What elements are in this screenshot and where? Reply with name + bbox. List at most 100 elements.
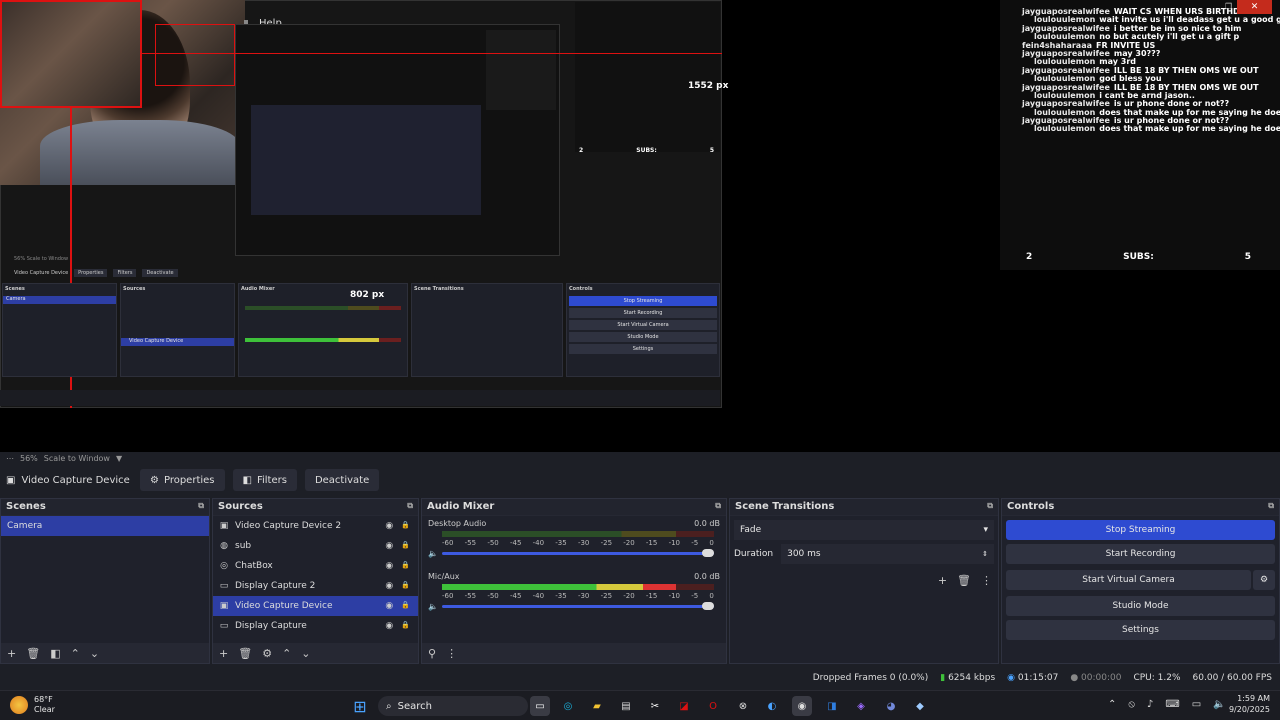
gear-icon[interactable]: ⚙: [262, 647, 272, 660]
duration-field[interactable]: 300 ms ⇕: [781, 544, 994, 564]
visibility-eye-icon[interactable]: ◉: [385, 561, 393, 571]
preview-canvas[interactable]: Help 2SUBS:5 56% Scale to Window Video C…: [0, 0, 1280, 452]
settings-button[interactable]: Settings: [1006, 620, 1275, 640]
weather-widget[interactable]: 68°F Clear: [10, 695, 55, 714]
taskbar-search[interactable]: ⌕ Search: [378, 696, 528, 716]
chat-text: may 30???: [1113, 49, 1161, 58]
steam-icon[interactable]: ◆: [910, 696, 930, 716]
chevron-down-icon[interactable]: ⌄: [90, 647, 99, 660]
lock-icon[interactable]: 🔒: [401, 581, 410, 591]
source-item[interactable]: ◎ ChatBox ◉ 🔒: [213, 556, 418, 576]
chevron-up-icon[interactable]: ⌃: [282, 647, 291, 660]
outlook-icon[interactable]: ◨: [822, 696, 842, 716]
studio-mode-button[interactable]: Studio Mode: [1006, 596, 1275, 616]
store-icon[interactable]: ▤: [616, 696, 636, 716]
zoom-level[interactable]: 56%: [20, 454, 38, 463]
notifications-off-icon[interactable]: ⦸: [1128, 699, 1135, 710]
mic-icon[interactable]: ♪: [1147, 699, 1153, 710]
restore-icon[interactable]: ❐: [1225, 2, 1232, 11]
mute-speaker-icon[interactable]: 🔈: [428, 602, 438, 611]
lock-icon[interactable]: 🔒: [401, 621, 410, 631]
zoom-dropdown-icon[interactable]: ▼: [116, 454, 122, 463]
chevron-down-icon[interactable]: ⌄: [301, 647, 310, 660]
discord-icon[interactable]: ◕: [881, 696, 901, 716]
source-item[interactable]: ▭ Display Capture ◉ 🔒: [213, 616, 418, 636]
filters-button[interactable]: ◧ Filters: [232, 469, 297, 491]
add-icon[interactable]: +: [938, 574, 947, 587]
app-red-icon[interactable]: ◪: [674, 696, 694, 716]
keyboard-icon[interactable]: ⌨: [1165, 699, 1179, 710]
dropped-frames: Dropped Frames 0 (0.0%): [812, 673, 929, 683]
more-icon[interactable]: ⋮: [446, 647, 457, 660]
lock-icon[interactable]: 🔒: [401, 521, 410, 531]
duration-label: Duration: [734, 549, 774, 559]
chevron-up-icon[interactable]: ⌃: [1108, 699, 1116, 710]
add-icon[interactable]: +: [219, 647, 228, 660]
source-item[interactable]: ▣ Video Capture Device 2 ◉ 🔒: [213, 516, 418, 536]
twitch-icon[interactable]: ◈: [851, 696, 871, 716]
scene-item-camera[interactable]: Camera: [1, 516, 209, 536]
db-tick: -30: [577, 539, 590, 547]
trash-icon[interactable]: 🗑: [957, 574, 971, 587]
trash-icon[interactable]: 🗑: [238, 647, 252, 660]
source-item[interactable]: ▭ Display Capture 2 ◉ 🔒: [213, 576, 418, 596]
start-virtual-camera-button[interactable]: Start Virtual Camera: [1006, 570, 1251, 590]
popout-icon[interactable]: ⧉: [407, 501, 413, 513]
visibility-eye-icon[interactable]: ◉: [385, 621, 393, 631]
search-icon: ⌕: [386, 700, 392, 712]
clock[interactable]: 1:59 AM 9/20/2025: [1229, 694, 1270, 716]
lock-icon[interactable]: 🔒: [401, 541, 410, 551]
filter-icon: ◧: [242, 474, 252, 486]
db-tick: -20: [623, 592, 635, 600]
start-recording-button[interactable]: Start Recording: [1006, 544, 1275, 564]
more-icon[interactable]: ⋮: [981, 574, 992, 587]
visibility-eye-icon[interactable]: ◉: [385, 601, 393, 611]
stop-streaming-button[interactable]: Stop Streaming: [1006, 520, 1275, 540]
deactivate-button[interactable]: Deactivate: [304, 469, 380, 491]
source-item[interactable]: ◍ sub ◉ 🔒: [213, 536, 418, 556]
edge-icon[interactable]: ◐: [762, 696, 782, 716]
popout-icon[interactable]: ⧉: [987, 501, 993, 513]
filter-icon[interactable]: ◧: [50, 647, 60, 660]
volume-icon[interactable]: 🔈: [1213, 699, 1225, 710]
slider-knob[interactable]: [702, 549, 714, 557]
start-icon[interactable]: ⊞: [350, 696, 370, 716]
file-explorer-icon[interactable]: ▰: [587, 696, 607, 716]
visibility-eye-icon[interactable]: ◉: [385, 521, 393, 531]
slider-knob[interactable]: [702, 602, 714, 610]
mute-speaker-icon[interactable]: 🔈: [428, 549, 438, 558]
opera-icon[interactable]: O: [703, 696, 723, 716]
chevron-down-icon: ▾: [983, 525, 988, 535]
close-icon[interactable]: ✕: [1237, 0, 1272, 14]
db-tick: -40: [532, 539, 545, 547]
properties-button[interactable]: ⚙ Properties: [140, 469, 225, 491]
chevron-up-icon[interactable]: ⌃: [71, 647, 80, 660]
spin-arrows-icon[interactable]: ⇕: [982, 550, 988, 558]
obs-icon[interactable]: ◉: [792, 696, 812, 716]
lock-icon[interactable]: 🔒: [401, 561, 410, 571]
lock-icon[interactable]: 🔒: [401, 601, 410, 611]
source-item[interactable]: ▣ Video Capture Device ◉ 🔒: [213, 596, 418, 616]
db-tick: -30: [577, 592, 590, 600]
popout-icon[interactable]: ⧉: [715, 501, 721, 513]
popout-icon[interactable]: ⧉: [1268, 501, 1274, 513]
virtual-camera-settings-icon[interactable]: ⚙: [1253, 570, 1275, 590]
xbox-icon[interactable]: ⊗: [733, 696, 753, 716]
display-capture-icon: ▭: [219, 581, 229, 591]
network-icon[interactable]: ▭: [1192, 699, 1201, 710]
volume-slider[interactable]: [442, 549, 714, 557]
db-tick: -25: [600, 592, 613, 600]
transition-select[interactable]: Fade ▾: [734, 520, 994, 540]
task-view-icon[interactable]: ▭: [530, 696, 550, 716]
zoom-mode[interactable]: Scale to Window: [44, 454, 110, 463]
copilot-icon[interactable]: ◎: [558, 696, 578, 716]
trash-icon[interactable]: 🗑: [26, 647, 40, 660]
visibility-eye-icon[interactable]: ◉: [385, 581, 393, 591]
visibility-eye-icon[interactable]: ◉: [385, 541, 393, 551]
add-icon[interactable]: +: [7, 647, 16, 660]
popout-icon[interactable]: ⧉: [198, 501, 204, 513]
chat-overlay: jayguaposrealwifee WAIT CS WHEN URS BIRTH…: [1000, 0, 1280, 270]
capcut-icon[interactable]: ✂: [645, 696, 665, 716]
volume-slider[interactable]: [442, 602, 714, 610]
link-icon[interactable]: ⚲: [428, 647, 436, 660]
